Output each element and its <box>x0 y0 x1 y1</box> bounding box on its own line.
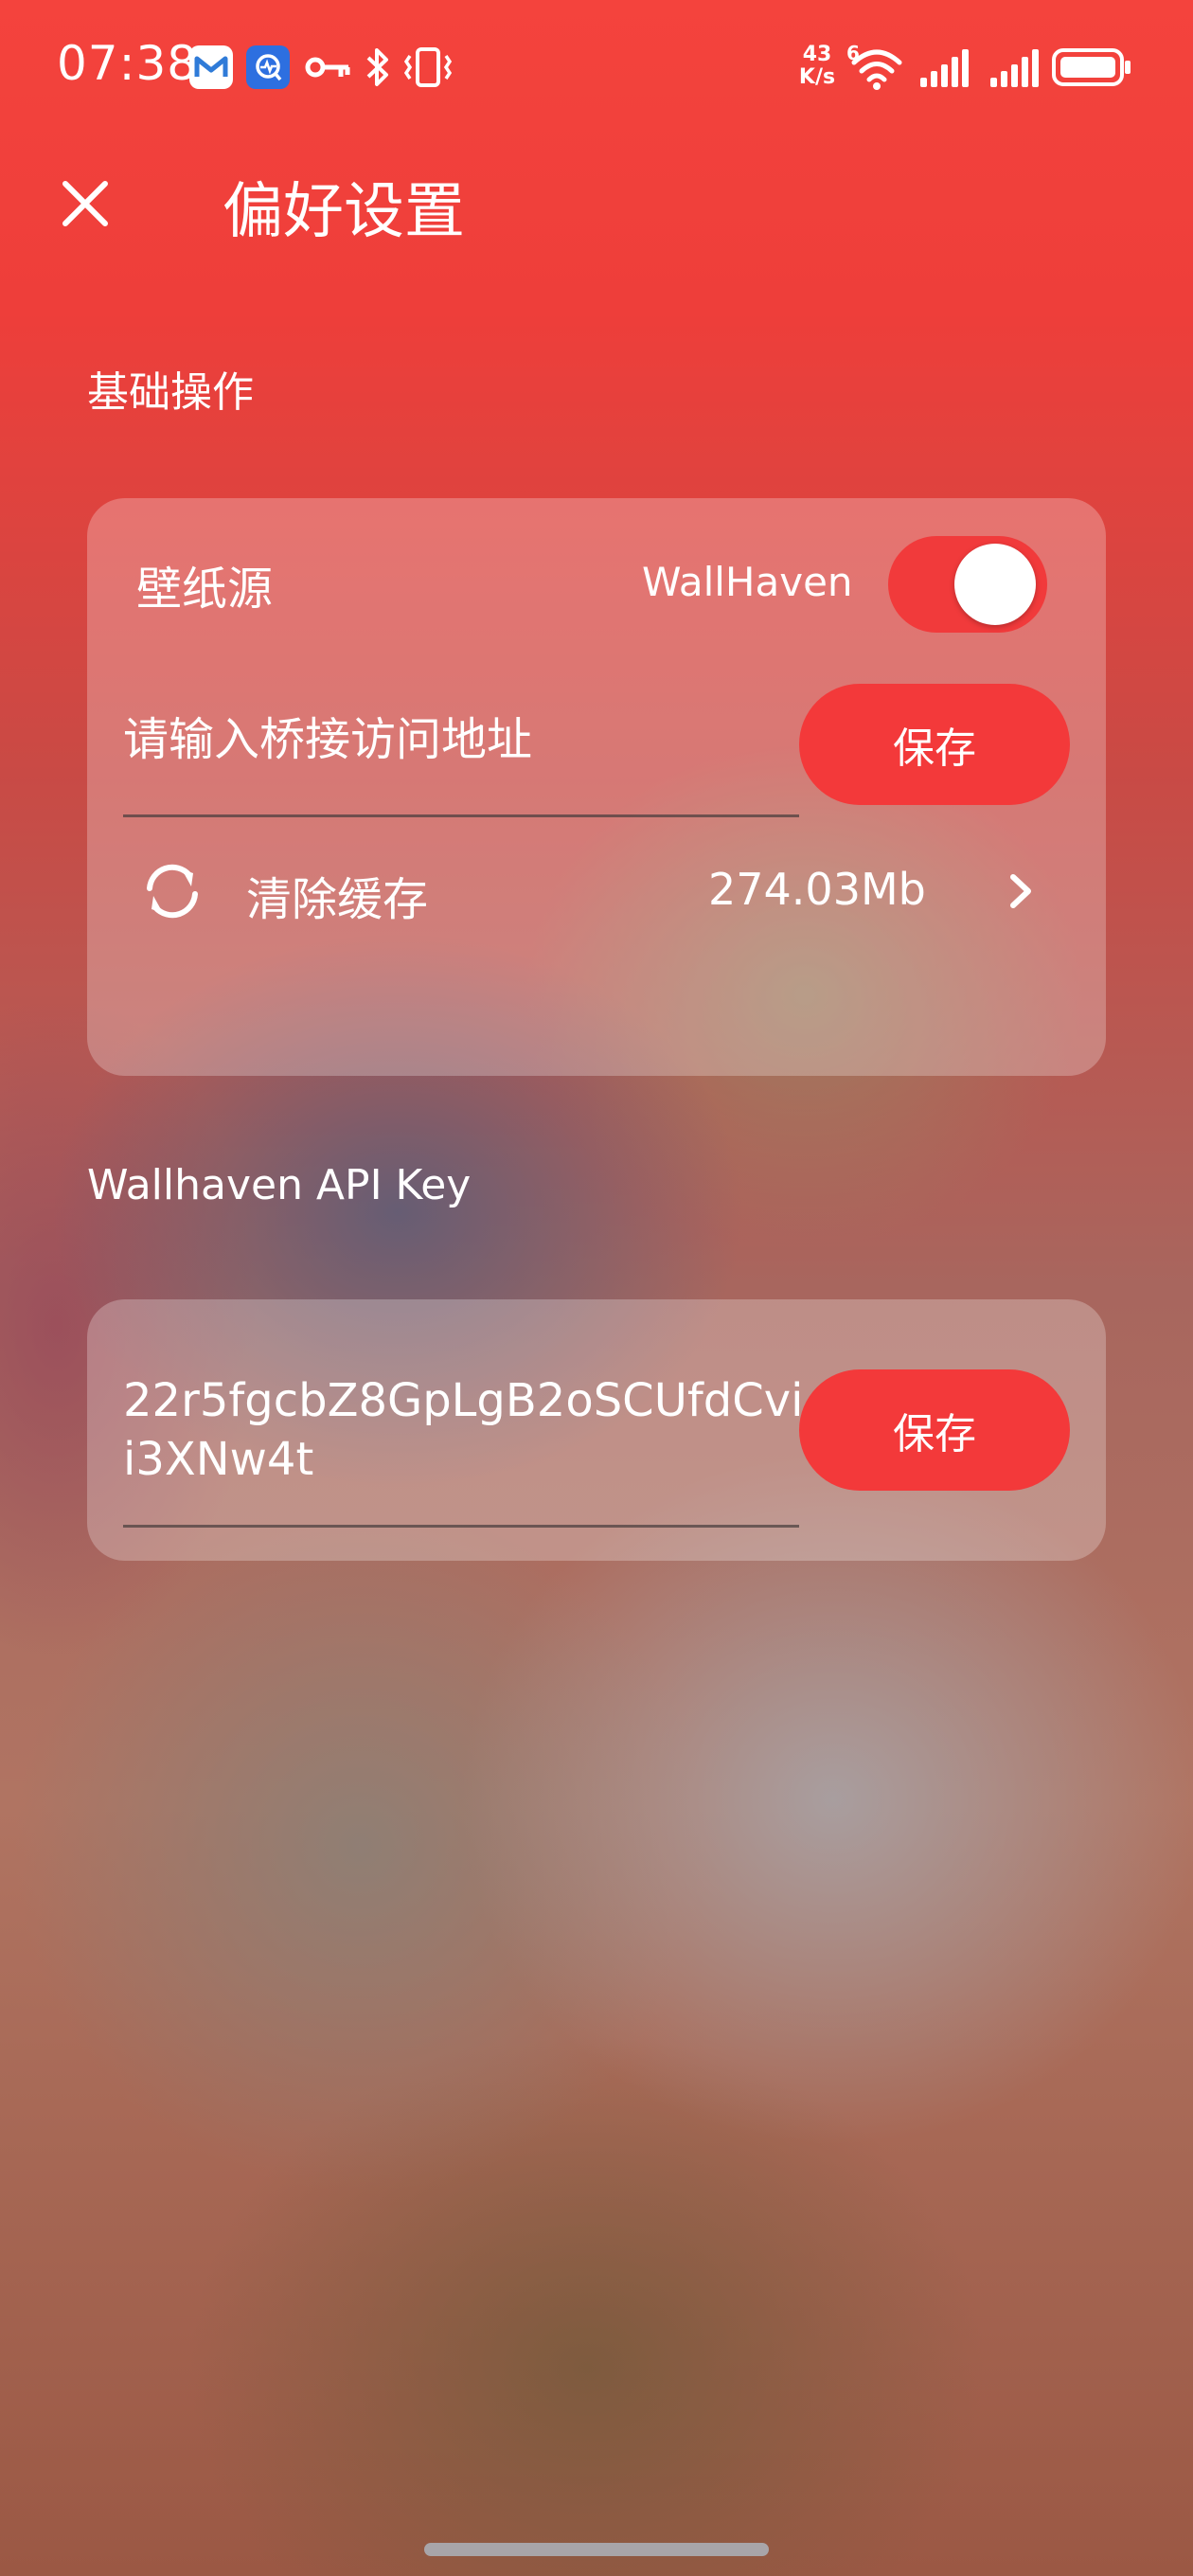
toggle-thumb <box>954 544 1036 625</box>
status-bar: 07:38 43 K/s 6 <box>0 0 1193 137</box>
chevron-right-icon <box>1004 868 1042 915</box>
net-speed: 43 K/s <box>793 44 841 89</box>
bridge-save-button[interactable]: 保存 <box>799 684 1070 805</box>
key-icon <box>305 47 352 87</box>
api-key-field[interactable]: 22r5fgcbZ8GpLgB2oSCUfdCvii3XNw4t <box>123 1371 805 1489</box>
close-button[interactable] <box>47 156 123 251</box>
api-key-underline <box>123 1525 799 1528</box>
net-speed-value: 43 <box>802 43 832 66</box>
section-title-basic: 基础操作 <box>87 368 254 417</box>
gesture-nav-handle[interactable] <box>424 2543 769 2556</box>
vibrate-icon <box>401 44 454 91</box>
clear-cache-row[interactable]: 清除缓存 274.03Mb <box>87 839 1106 943</box>
refresh-icon <box>136 860 212 926</box>
bridge-address-input[interactable] <box>123 702 786 778</box>
bluetooth-icon <box>362 44 394 91</box>
wallpaper-source-toggle[interactable] <box>888 536 1047 633</box>
battery-icon <box>1051 47 1132 87</box>
bridge-input-underline <box>123 814 799 817</box>
monitor-app-icon <box>246 45 290 89</box>
page-title: 偏好设置 <box>223 177 465 247</box>
mail-app-icon <box>189 45 233 89</box>
signal-icon-1 <box>918 47 970 89</box>
wallpaper-source-value: WallHaven <box>642 559 853 605</box>
wifi-icon: 6 <box>846 42 903 91</box>
api-key-card: 22r5fgcbZ8GpLgB2oSCUfdCvii3XNw4t 保存 <box>87 1299 1106 1561</box>
basic-settings-card: 壁纸源 WallHaven 保存 清除缓存 274.03Mb <box>87 498 1106 1076</box>
cache-size: 274.03Mb <box>708 864 926 915</box>
wallpaper-source-label: 壁纸源 <box>136 563 274 616</box>
net-speed-unit: K/s <box>798 65 836 89</box>
status-time: 07:38 <box>57 36 199 91</box>
close-icon <box>62 181 108 226</box>
clear-cache-label: 清除缓存 <box>246 873 429 926</box>
api-key-save-button[interactable]: 保存 <box>799 1369 1070 1491</box>
signal-icon-2 <box>988 47 1040 89</box>
section-title-api-key: Wallhaven API Key <box>87 1161 472 1209</box>
